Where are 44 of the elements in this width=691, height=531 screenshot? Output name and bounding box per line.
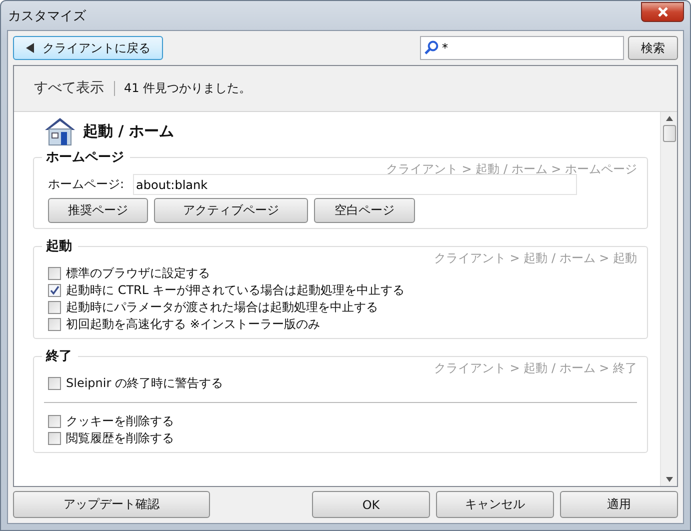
checkbox[interactable]: [48, 432, 61, 445]
result-count: 41 件見つかりました。: [124, 80, 252, 97]
page-button[interactable]: アクティブページ: [154, 198, 308, 223]
scroll-down-icon[interactable]: [666, 477, 672, 482]
dialog-button[interactable]: 適用: [560, 491, 678, 518]
dialog-button[interactable]: OK: [312, 491, 430, 518]
page-button[interactable]: 推奨ページ: [48, 198, 148, 223]
show-all-link[interactable]: すべて表示: [34, 81, 115, 96]
field-label: ホームページ:: [48, 176, 124, 193]
breadcrumb: クライアント > 起動 / ホーム > 終了: [432, 361, 637, 375]
checkbox[interactable]: [48, 377, 61, 390]
group-title: 起動: [45, 238, 73, 255]
checkbox[interactable]: [48, 415, 61, 428]
scroll-thumb[interactable]: [662, 125, 676, 142]
checkbox-label: 初回起動を高速化する ※インストーラー版のみ: [66, 316, 320, 333]
checkbox-label: クッキーを削除する: [66, 413, 174, 430]
close-icon: [656, 6, 668, 16]
checkbox[interactable]: [48, 267, 61, 280]
checkbox-label: 閲覧履歴を削除する: [66, 430, 174, 447]
scrollbar[interactable]: [660, 112, 677, 486]
breadcrumb: クライアント > 起動 / ホーム > 起動: [432, 251, 637, 265]
page-button[interactable]: 空白ページ: [314, 198, 415, 223]
update-button[interactable]: アップデート確認: [13, 491, 210, 518]
close-button[interactable]: [641, 2, 684, 22]
checkbox-label: 起動時に CTRL キーが押されている場合は起動処理を中止する: [66, 282, 404, 299]
checkbox[interactable]: [48, 318, 61, 331]
homepage-field[interactable]: about:blank: [133, 174, 578, 195]
search-icon: [424, 40, 439, 55]
checkbox[interactable]: [48, 301, 61, 314]
checkbox[interactable]: [48, 284, 61, 297]
scroll-up-icon[interactable]: [666, 116, 672, 121]
house-icon: [44, 116, 76, 146]
group-title: ホームページ: [45, 149, 125, 166]
checkbox-label: 起動時にパラメータが渡された場合は起動処理を中止する: [66, 299, 378, 316]
search-button[interactable]: 検索: [628, 36, 678, 60]
checkbox-label: 標準のブラウザに設定する: [66, 265, 210, 282]
checkbox-label: Sleipnir の終了時に警告する: [66, 375, 223, 392]
back-button[interactable]: クライアントに戻る: [13, 36, 163, 60]
dialog-button[interactable]: キャンセル: [436, 491, 554, 518]
search-field[interactable]: *: [420, 36, 624, 60]
group-title: 終了: [44, 348, 73, 365]
section-title: 起動 / ホーム: [83, 122, 174, 140]
triangle-left-icon: [26, 43, 34, 53]
window-title: カスタマイズ: [8, 8, 87, 24]
